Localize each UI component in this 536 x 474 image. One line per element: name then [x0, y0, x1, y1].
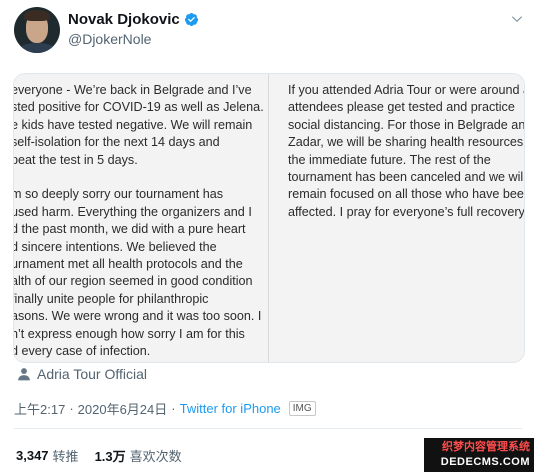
location-label[interactable]: Adria Tour Official [37, 366, 147, 382]
likes-count[interactable]: 1.3万 [95, 446, 126, 465]
tweet-source[interactable]: Twitter for iPhone [180, 401, 281, 416]
author-handle[interactable]: @DjokerNole [68, 31, 151, 47]
image-panel-left: everyone - We’re back in Belgrade and I’… [14, 74, 269, 362]
img-badge: IMG [288, 401, 316, 416]
image-text-right: If you attended Adria Tour or were aroun… [288, 83, 525, 219]
tweet-date[interactable]: 2020年6月24日 [78, 399, 168, 418]
tweet-image[interactable]: everyone - We’re back in Belgrade and I’… [13, 73, 525, 363]
tweet-time[interactable]: 上午2:17 [14, 399, 65, 418]
author-name[interactable]: Novak Djokovic [68, 11, 180, 28]
person-icon [18, 368, 30, 381]
watermark: 织梦内容管理系统 DEDECMS.COM [424, 438, 534, 472]
meta-separator: · [69, 401, 74, 416]
tweet-stats: 3,347 转推 1.3万 喜欢次数 [16, 446, 182, 465]
divider [14, 428, 522, 429]
image-text-left: everyone - We’re back in Belgrade and I’… [13, 83, 264, 359]
chevron-down-icon[interactable] [510, 12, 524, 26]
meta-separator-2: · [171, 401, 176, 416]
avatar[interactable] [14, 7, 60, 53]
watermark-line-1: 织梦内容管理系统 [442, 441, 530, 453]
retweets-count[interactable]: 3,347 [16, 448, 49, 463]
likes-label[interactable]: 喜欢次数 [130, 446, 182, 465]
verified-icon [184, 12, 198, 27]
tweet-meta: 上午2:17 · 2020年6月24日 · Twitter for iPhone… [14, 399, 316, 418]
img-badge-label: IMG [292, 403, 312, 414]
author-name-row[interactable]: Novak Djokovic [68, 11, 199, 28]
tweet-location[interactable]: Adria Tour Official [17, 366, 147, 382]
image-panel-right: If you attended Adria Tour or were aroun… [270, 74, 524, 362]
watermark-line-2: DEDECMS.COM [440, 456, 530, 468]
retweets-label[interactable]: 转推 [53, 446, 79, 465]
